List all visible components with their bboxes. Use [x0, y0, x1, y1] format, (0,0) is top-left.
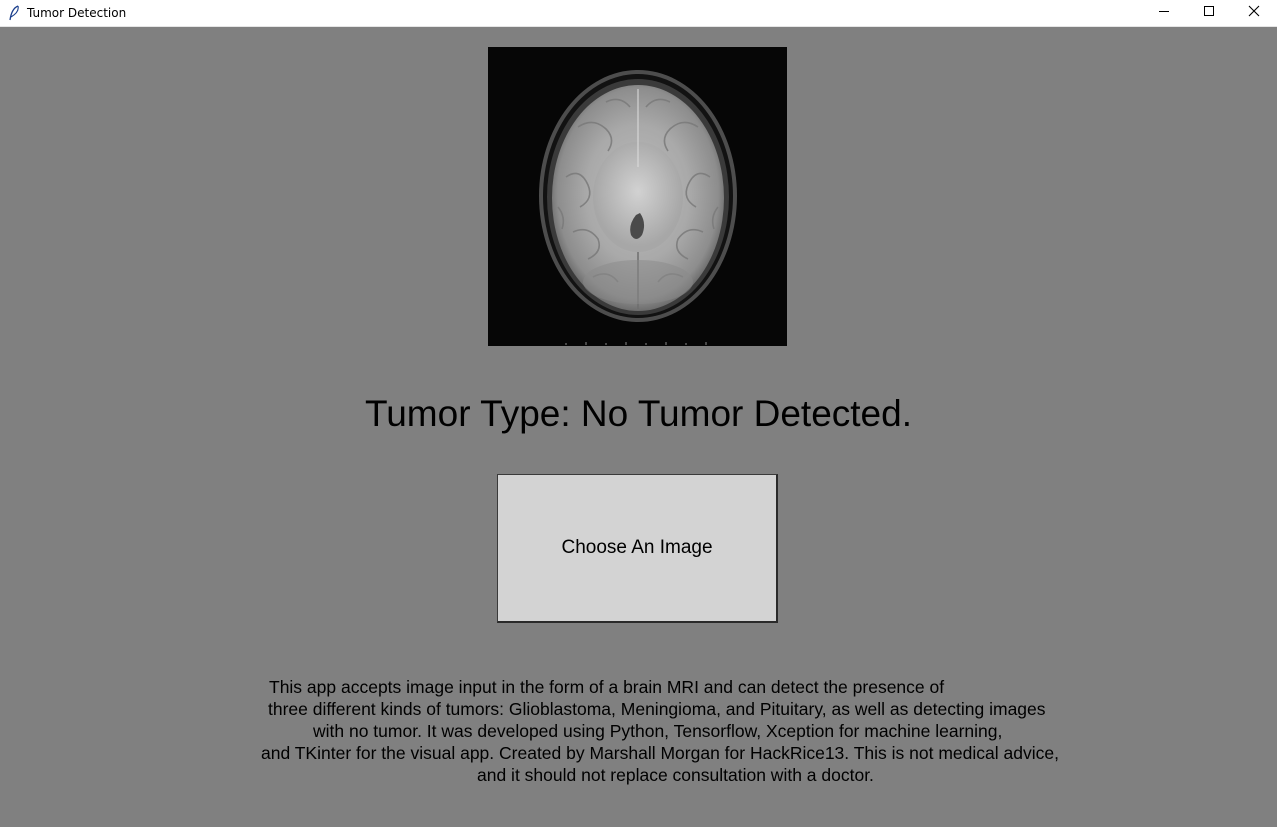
maximize-button[interactable]: [1186, 0, 1232, 26]
description-line: and it should not replace consultation w…: [477, 765, 874, 785]
title-bar[interactable]: Tumor Detection: [0, 0, 1277, 27]
close-button[interactable]: [1231, 0, 1277, 26]
description-line: and TKinter for the visual app. Created …: [261, 743, 1059, 763]
choose-image-button-label: Choose An Image: [561, 537, 713, 558]
mri-image: [488, 47, 787, 346]
window-title: Tumor Detection: [27, 6, 127, 20]
description-line: This app accepts image input in the form…: [269, 677, 945, 697]
minimize-button[interactable]: [1141, 0, 1187, 26]
feather-icon: [8, 5, 20, 21]
minimize-icon: [1158, 4, 1170, 22]
description-line: with no tumor. It was developed using Py…: [313, 721, 1003, 741]
description-line: three different kinds of tumors: Gliobla…: [268, 699, 1046, 719]
tumor-type-label: Tumor Type: No Tumor Detected.: [365, 393, 912, 434]
close-icon: [1248, 4, 1260, 22]
choose-image-button[interactable]: Choose An Image: [497, 474, 778, 623]
maximize-icon: [1203, 4, 1215, 22]
app-window: Tumor Detection Tumor Type: No Tumor Det…: [0, 0, 1277, 827]
